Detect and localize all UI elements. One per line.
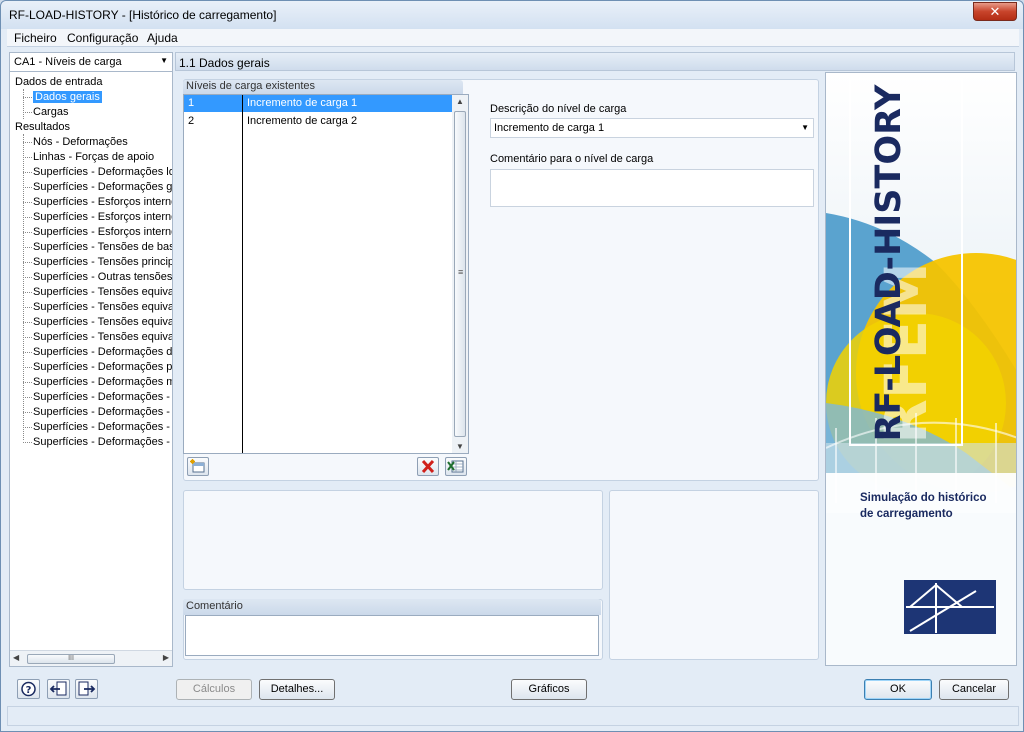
column-divider [242, 95, 243, 453]
content-area: Níveis de carga existentes 1 Incremento … [175, 72, 825, 667]
preview-panel [609, 490, 819, 660]
tree-item-result[interactable]: Superfícies - Deformações - Bac [23, 435, 172, 449]
cancel-button[interactable]: Cancelar [939, 679, 1009, 700]
menu-bar: Ficheiro Configuração Ajuda [7, 29, 1019, 47]
tree-item-result[interactable]: Superfícies - Deformações locai [23, 165, 172, 179]
tree-item-result[interactable]: Superfícies - Tensões equivaler [22, 330, 172, 344]
tree-item-loads[interactable]: Cargas [22, 105, 68, 119]
dlubal-logo [904, 580, 996, 634]
tree-item-result[interactable]: Superfícies - Esforços internos [23, 210, 172, 224]
level-description: Incremento de carga 1 [247, 97, 358, 109]
description-combo[interactable]: Incremento de carga 1 ▼ [490, 118, 814, 138]
tree-root-results[interactable]: Resultados [15, 120, 70, 134]
ok-button[interactable]: OK [864, 679, 932, 700]
chevron-down-icon: ▼ [801, 123, 809, 132]
info-panel [183, 490, 603, 590]
menu-help[interactable]: Ajuda [147, 31, 178, 45]
list-item[interactable]: 1 Incremento de carga 1 [184, 95, 452, 112]
banner-product-name: RF-LOAD-HISTORY [869, 84, 909, 442]
tree-root-input[interactable]: Dados de entrada [15, 75, 102, 89]
tree-item-general-data[interactable]: Dados gerais [23, 90, 102, 104]
load-levels-title: Níveis de carga existentes [183, 80, 463, 94]
tree-item-result[interactable]: Superfícies - Deformações máx [22, 375, 172, 389]
scroll-thumb[interactable]: ≡ [454, 111, 466, 437]
tree-item-result[interactable]: Superfícies - Tensões de base [23, 240, 172, 254]
delete-level-button[interactable] [417, 457, 439, 476]
comment-label: Comentário para o nível de carga [490, 153, 654, 165]
tree-item-result[interactable]: Superfícies - Tensões equivaler [22, 285, 172, 299]
product-banner: RFEM RF-LOAD-HISTORY Simulação do histór… [825, 72, 1017, 666]
level-number: 1 [188, 97, 195, 109]
navigator-panel: CA1 - Níveis de carga ▼ Dados de entrada… [9, 52, 173, 667]
comment-input[interactable] [185, 615, 599, 656]
excel-icon [447, 460, 464, 473]
level-number: 2 [188, 115, 195, 127]
details-button[interactable]: Detalhes... [259, 679, 335, 700]
app-window: RF-LOAD-HISTORY - [Histórico de carregam… [0, 0, 1024, 732]
tree-item-result[interactable]: Superfícies - Deformações - Tre [23, 405, 172, 419]
list-item[interactable]: 2 Incremento de carga 2 [184, 113, 452, 130]
banner-caption-line1: Simulação do histórico [860, 492, 987, 504]
title-bar: RF-LOAD-HISTORY - [Histórico de carregam… [1, 1, 1023, 29]
menu-file[interactable]: Ficheiro [14, 31, 57, 45]
tree-item-result[interactable]: Superfícies - Deformações - Ra [22, 420, 172, 434]
banner-caption-line2: de carregamento [860, 508, 953, 520]
tree-item-result[interactable]: Linhas - Forças de apoio [22, 150, 154, 164]
section-title: 1.1 Dados gerais [179, 56, 270, 70]
navigator-tree: Dados de entrada Dados gerais Cargas Res… [10, 75, 172, 650]
load-levels-list[interactable]: 1 Incremento de carga 1 2 Incremento de … [183, 94, 469, 454]
new-item-icon [190, 459, 205, 473]
section-header: 1.1 Dados gerais [175, 52, 1015, 71]
case-select-value: CA1 - Níveis de carga [14, 56, 122, 68]
banner-graphic: RFEM RF-LOAD-HISTORY [826, 73, 1016, 665]
close-icon: ✕ [989, 4, 1001, 19]
delete-icon [421, 459, 435, 474]
tree-item-result[interactable]: Superfícies - Tensões equivaler [22, 300, 172, 314]
tree-item-result[interactable]: Superfícies - Deformações princ [22, 360, 172, 374]
excel-export-button[interactable] [445, 457, 467, 476]
tree-connector [23, 89, 24, 119]
export-icon [78, 681, 96, 696]
description-label: Descrição do nível de carga [490, 103, 627, 115]
comment-title: Comentário [183, 599, 601, 615]
menu-settings[interactable]: Configuração [67, 31, 138, 45]
tree-item-label: Dados gerais [33, 91, 102, 103]
close-button[interactable]: ✕ [973, 2, 1017, 21]
grip-icon: ≡ [458, 267, 464, 277]
scroll-left-icon[interactable]: ◀ [13, 653, 19, 662]
vertical-scrollbar[interactable]: ▲ ≡ ▼ [452, 95, 468, 453]
tree-connector [23, 134, 24, 440]
help-icon: ? [21, 681, 36, 697]
tree-item-result[interactable]: Nós - Deformações [23, 135, 128, 149]
import-button[interactable] [47, 679, 70, 699]
chevron-down-icon: ▼ [160, 56, 168, 65]
tree-item-result[interactable]: Superfícies - Esforços internos [23, 195, 172, 209]
status-bar [7, 706, 1019, 726]
level-description: Incremento de carga 2 [247, 115, 358, 127]
description-value: Incremento de carga 1 [494, 122, 605, 134]
level-comment-field[interactable] [490, 169, 814, 207]
scroll-thumb[interactable]: III [27, 654, 115, 664]
svg-text:?: ? [26, 685, 32, 696]
scroll-right-icon[interactable]: ▶ [163, 653, 169, 662]
window-title: RF-LOAD-HISTORY - [Histórico de carregam… [9, 8, 277, 22]
tree-item-result[interactable]: Superfícies - Deformações de b [23, 345, 172, 359]
scroll-up-icon[interactable]: ▲ [456, 97, 464, 106]
export-button[interactable] [75, 679, 98, 699]
import-icon [49, 681, 67, 696]
tree-item-result[interactable]: Superfícies - Tensões principais [22, 255, 172, 269]
help-button[interactable]: ? [17, 679, 40, 699]
tree-item-result[interactable]: Superfícies - Outras tensões [22, 270, 172, 284]
tree-item-result[interactable]: Superfícies - Deformações glob [22, 180, 172, 194]
bottom-toolbar: ? Cálculos Detalhes... Gráficos OK Cance… [7, 673, 1019, 705]
graphics-button[interactable]: Gráficos [511, 679, 587, 700]
tree-item-result[interactable]: Superfícies - Deformações - vor [22, 390, 172, 404]
tree-item-result[interactable]: Superfícies - Tensões equivaler [22, 315, 172, 329]
case-select[interactable]: CA1 - Níveis de carga ▼ [10, 53, 172, 72]
scroll-down-icon[interactable]: ▼ [456, 442, 464, 451]
calculation-button[interactable]: Cálculos [176, 679, 252, 700]
horizontal-scrollbar[interactable]: ◀ III ▶ [10, 650, 172, 666]
new-level-button[interactable] [187, 457, 209, 476]
tree-item-result[interactable]: Superfícies - Esforços internos [23, 225, 172, 239]
